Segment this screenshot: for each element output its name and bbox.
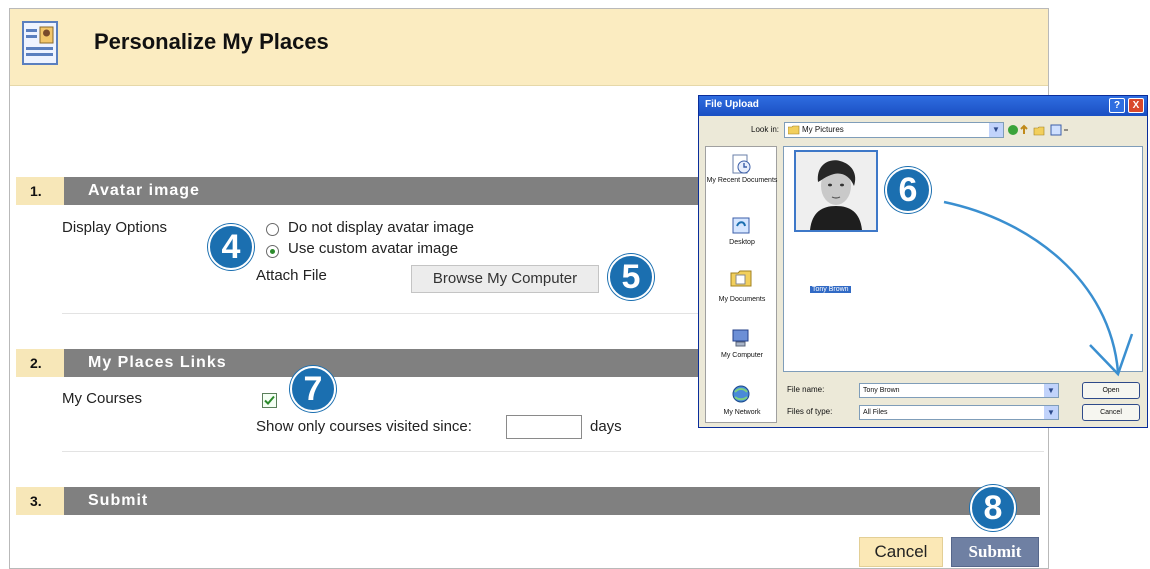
attach-file-label: Attach File (256, 267, 327, 284)
my-courses-label: My Courses (62, 390, 143, 407)
section-title: Avatar image (88, 182, 200, 199)
section-number: 2. (16, 349, 64, 377)
dialog-titlebar: File Upload ? X (699, 96, 1147, 116)
file-name-label: File name: (787, 385, 825, 394)
place-label-computer: My Computer (720, 352, 763, 359)
chevron-down-icon: ▼ (989, 123, 1003, 137)
days-input[interactable] (506, 415, 582, 439)
files-of-type-dropdown[interactable]: All Files ▼ (859, 405, 1059, 420)
my-documents-icon[interactable] (730, 267, 752, 289)
checkmark-icon (264, 395, 275, 405)
file-upload-dialog: File Upload ? X Look in: My Pictures ▼ M… (698, 95, 1148, 428)
callout-7: 7 (290, 366, 336, 412)
days-label: days (590, 418, 622, 435)
display-options-label: Display Options (62, 219, 168, 236)
my-courses-checkbox[interactable] (262, 393, 277, 408)
radio-no-avatar[interactable] (266, 223, 279, 236)
section-title: My Places Links (88, 354, 227, 371)
place-label-desktop: Desktop (729, 239, 755, 246)
files-of-type-label: Files of type: (787, 407, 833, 416)
desktop-icon[interactable] (730, 215, 752, 237)
show-only-label: Show only courses visited since: (256, 418, 472, 435)
section-bar-submit: 3. Submit (16, 487, 1040, 515)
browse-my-computer-button[interactable]: Browse My Computer (411, 265, 599, 293)
places-bar: My Recent Documents Desktop My Documents… (705, 146, 777, 423)
section-number: 1. (16, 177, 64, 205)
dialog-title: File Upload (705, 99, 759, 110)
place-label-recent: My Recent Documents (706, 177, 778, 184)
chevron-down-icon: ▼ (1044, 384, 1058, 397)
file-list-area: Tony Brown (783, 146, 1143, 372)
section-number: 3. (16, 487, 64, 515)
files-of-type-value: All Files (863, 409, 888, 416)
chevron-down-icon: ▼ (1044, 406, 1058, 419)
my-computer-icon[interactable] (730, 327, 752, 349)
file-item-label: Tony Brown (810, 286, 851, 293)
my-network-icon[interactable] (730, 383, 752, 405)
submit-button[interactable]: Submit (951, 537, 1039, 567)
profile-card-icon (22, 21, 58, 65)
look-in-dropdown[interactable]: My Pictures ▼ (784, 122, 1004, 138)
help-button[interactable]: ? (1109, 98, 1125, 113)
cancel-button[interactable]: Cancel (859, 537, 943, 567)
section-title: Submit (88, 492, 149, 509)
radio-custom-avatar[interactable] (266, 245, 279, 258)
callout-4: 4 (208, 224, 254, 270)
dialog-cancel-button[interactable]: Cancel (1082, 404, 1140, 421)
place-label-documents: My Documents (718, 296, 766, 303)
radio-no-avatar-label: Do not display avatar image (288, 219, 474, 236)
look-in-label: Look in: (751, 125, 780, 134)
dialog-toolbar-icons[interactable] (1007, 123, 1069, 137)
callout-5: 5 (608, 254, 654, 300)
section-bar-links: 2. My Places Links (16, 349, 702, 377)
radio-custom-avatar-label: Use custom avatar image (288, 240, 459, 257)
portrait-photo (796, 152, 876, 230)
folder-icon (788, 125, 800, 135)
divider (62, 451, 1044, 452)
close-button[interactable]: X (1128, 98, 1144, 113)
place-label-network: My Network (723, 409, 761, 416)
callout-6: 6 (885, 167, 931, 213)
page-header: Personalize My Places (10, 9, 1048, 86)
recent-documents-icon[interactable] (730, 153, 752, 175)
dialog-open-button[interactable]: Open (1082, 382, 1140, 399)
file-thumbnail[interactable] (794, 150, 878, 232)
look-in-value: My Pictures (802, 125, 844, 134)
file-name-field[interactable]: Tony Brown ▼ (859, 383, 1059, 398)
page-title: Personalize My Places (94, 29, 329, 54)
callout-8: 8 (970, 485, 1016, 531)
file-name-value: Tony Brown (863, 387, 900, 394)
